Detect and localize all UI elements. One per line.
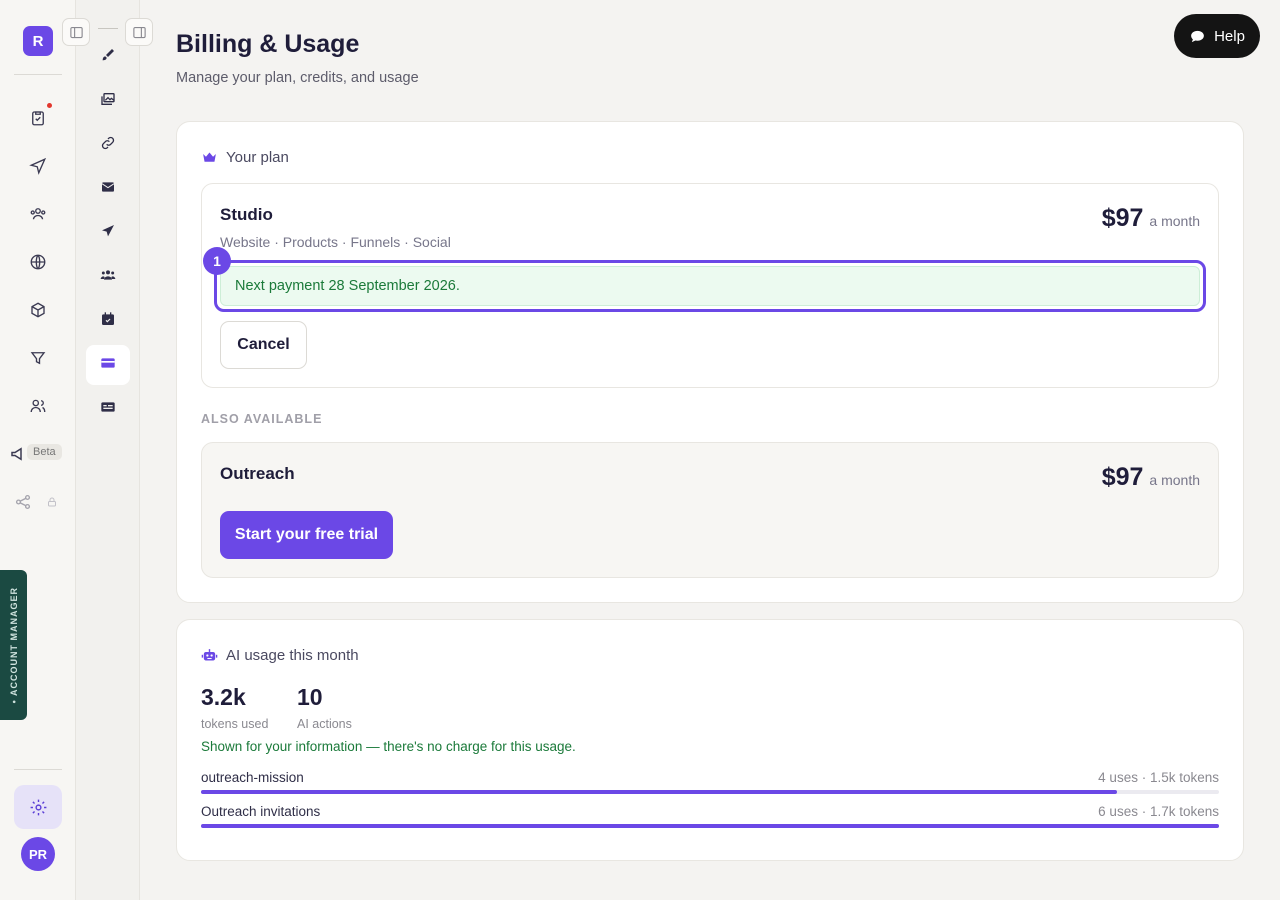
also-available-heading: ALSO AVAILABLE — [201, 412, 323, 426]
outreach-plan: Outreach $97 a month Start your free tri… — [201, 442, 1219, 578]
stat-label: AI actions — [297, 717, 352, 731]
account-manager-label: • ACCOUNT MANAGER — [8, 586, 19, 704]
plan-name: Outreach — [220, 464, 295, 483]
gear-icon — [30, 799, 46, 815]
lock-icon — [44, 490, 60, 514]
credit-card-icon[interactable] — [98, 353, 118, 373]
help-label: Help — [1214, 27, 1245, 45]
ai-usage-card: AI usage this month 3.2k tokens used 10 … — [176, 619, 1244, 861]
toggle-panel-button[interactable] — [125, 18, 153, 46]
link-icon[interactable] — [98, 133, 118, 153]
mail-icon[interactable] — [98, 177, 118, 197]
paper-plane-icon[interactable] — [98, 221, 118, 241]
page-subtitle: Manage your plan, credits, and usage — [176, 70, 419, 86]
panel-toggle-icon — [132, 26, 146, 38]
plan-card-header: Your plan — [201, 149, 289, 166]
stat-actions: 10 AI actions — [297, 684, 352, 731]
stat-value: 3.2k — [201, 684, 246, 710]
plan-price-period: a month — [1149, 213, 1200, 229]
contacts-icon[interactable] — [26, 202, 50, 226]
start-free-trial-button[interactable]: Start your free trial — [220, 511, 393, 559]
cancel-plan-button[interactable]: Cancel — [220, 321, 307, 369]
usage-row-meta: 6 uses · 1.7k tokens — [1098, 804, 1219, 819]
funnel-icon[interactable] — [26, 346, 50, 370]
plan-card-title: Your plan — [226, 149, 289, 166]
annotation-badge: 1 — [203, 247, 231, 275]
plan-price: $97 a month — [1102, 463, 1200, 492]
usage-card-title: AI usage this month — [226, 647, 359, 664]
plan-name: Studio — [220, 205, 273, 224]
workspace-logo[interactable]: R — [23, 26, 53, 56]
usage-bar-track — [201, 790, 1219, 794]
usage-row-meta: 4 uses · 1.5k tokens — [1098, 770, 1219, 785]
plan-price: $97 a month — [1102, 204, 1200, 233]
plan-price-period: a month — [1149, 472, 1200, 488]
globe-icon[interactable] — [26, 250, 50, 274]
usage-row-name: Outreach invitations — [201, 804, 321, 819]
plan-card: Your plan Studio Website · Products · Fu… — [176, 121, 1244, 603]
usage-card-header: AI usage this month — [201, 647, 359, 664]
id-card-icon[interactable] — [98, 397, 118, 417]
team-icon[interactable] — [26, 394, 50, 418]
stat-label: tokens used — [201, 717, 269, 731]
sidebar-toggle-icon — [69, 26, 83, 38]
sidebar-divider — [14, 769, 62, 770]
chat-bubble-icon — [1191, 30, 1204, 42]
plan-price-amount: $97 — [1101, 204, 1144, 232]
no-charge-note: Shown for your information — there's no … — [201, 739, 576, 754]
share-icon[interactable] — [11, 490, 35, 514]
collapse-sidebar-button[interactable] — [62, 18, 90, 46]
sidebar-divider — [14, 74, 62, 75]
current-plan: Studio Website · Products · Funnels · So… — [201, 183, 1219, 388]
robot-icon — [201, 649, 218, 661]
crown-icon — [203, 152, 216, 162]
beta-badge: Beta — [27, 444, 62, 460]
brush-icon[interactable] — [98, 45, 118, 65]
page-title: Billing & Usage — [176, 30, 360, 58]
next-payment-notice: Next payment 28 September 2026. — [220, 266, 1200, 306]
settings-button[interactable] — [14, 785, 62, 829]
gallery-icon[interactable] — [98, 89, 118, 109]
secondary-sidebar — [76, 0, 140, 900]
usage-row-name: outreach-mission — [201, 770, 304, 785]
notification-dot — [47, 103, 52, 108]
stat-tokens: 3.2k tokens used — [201, 684, 268, 731]
plan-price-amount: $97 — [1101, 463, 1144, 491]
user-avatar[interactable]: PR — [21, 837, 55, 871]
usage-bar-fill — [201, 824, 1219, 828]
primary-sidebar: R Beta • ACCOUNT MANAGER PR — [0, 0, 76, 900]
calendar-icon[interactable] — [98, 309, 118, 329]
stat-value: 10 — [297, 684, 323, 710]
plan-features: Website · Products · Funnels · Social — [220, 234, 451, 250]
box-icon[interactable] — [26, 298, 50, 322]
account-manager-tab[interactable]: • ACCOUNT MANAGER — [0, 570, 27, 720]
users-icon[interactable] — [98, 265, 118, 285]
tasks-icon[interactable] — [26, 106, 50, 130]
rail-divider — [98, 28, 118, 29]
usage-bar-track — [201, 824, 1219, 828]
send-icon[interactable] — [26, 154, 50, 178]
help-button[interactable]: Help — [1174, 14, 1260, 58]
usage-bar-fill — [201, 790, 1118, 794]
